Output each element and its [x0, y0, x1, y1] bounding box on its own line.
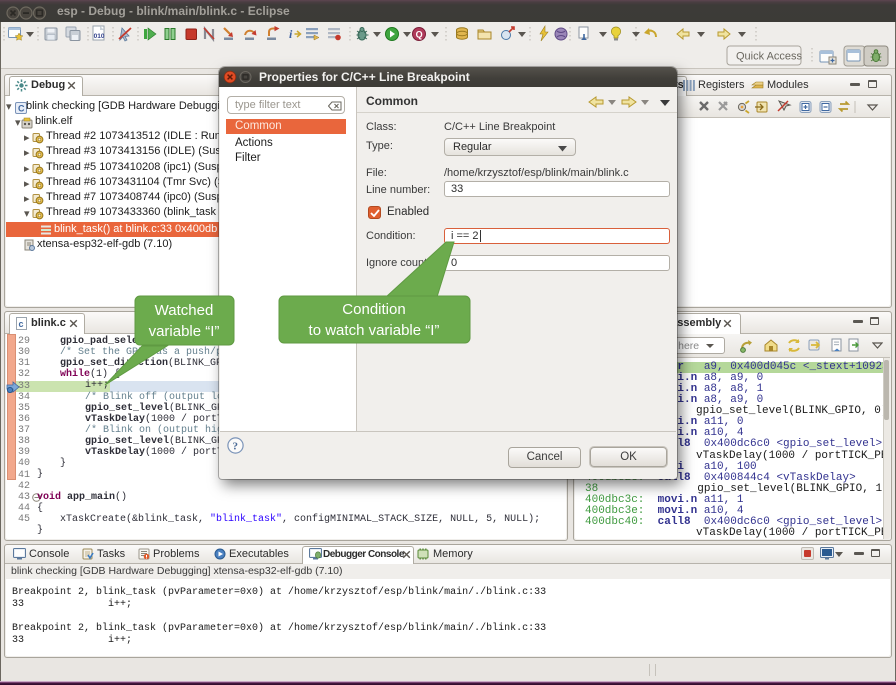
svg-text:i: i: [289, 27, 293, 41]
svg-text:Q: Q: [416, 30, 423, 40]
svg-text:c: c: [19, 319, 24, 329]
svg-text:Quick Access: Quick Access: [736, 51, 803, 63]
svg-text:?: ?: [233, 441, 239, 453]
svg-text:010: 010: [94, 33, 105, 40]
svg-text:C: C: [18, 104, 25, 114]
